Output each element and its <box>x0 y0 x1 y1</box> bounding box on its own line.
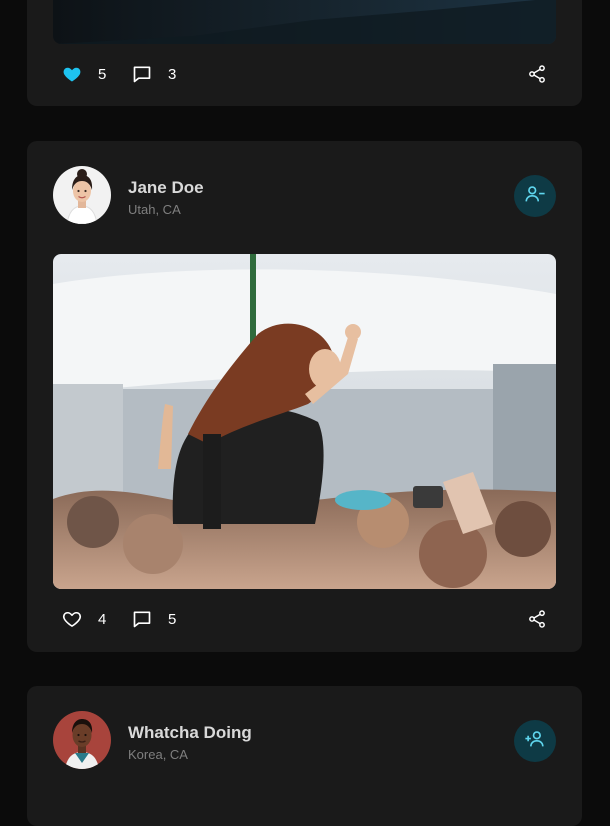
like-count: 5 <box>98 65 107 83</box>
post-header: Jane Doe Utah, CA <box>53 166 556 226</box>
like-count: 4 <box>98 610 107 628</box>
comment-count: 5 <box>168 610 177 628</box>
post-actions: 4 5 <box>27 607 582 631</box>
post-feed: 5 3 Jane Doe Utah, CA 4 5 Whatcha Doing … <box>0 0 610 826</box>
comment-count: 3 <box>168 65 177 83</box>
follow-button[interactable] <box>514 720 556 762</box>
heart-outline-icon <box>62 609 82 629</box>
author-location: Utah, CA <box>128 202 181 217</box>
comment-button[interactable]: 5 <box>132 607 176 631</box>
comment-button[interactable]: 3 <box>132 62 176 86</box>
comment-icon <box>132 64 152 84</box>
like-button[interactable]: 5 <box>62 62 106 86</box>
post-image[interactable] <box>53 0 556 44</box>
unfollow-user-icon <box>524 183 546 210</box>
heart-filled-icon <box>62 64 82 84</box>
author-name[interactable]: Jane Doe <box>128 178 204 198</box>
avatar[interactable] <box>53 711 111 769</box>
post-card: Jane Doe Utah, CA 4 5 <box>27 141 582 652</box>
share-button[interactable] <box>527 62 547 86</box>
post-actions: 5 3 <box>27 62 582 86</box>
share-button[interactable] <box>527 607 547 631</box>
comment-icon <box>132 609 152 629</box>
author-name[interactable]: Whatcha Doing <box>128 723 252 743</box>
post-image[interactable] <box>53 254 556 589</box>
unfollow-button[interactable] <box>514 175 556 217</box>
author-location: Korea, CA <box>128 747 188 762</box>
share-icon <box>527 64 547 84</box>
add-user-icon <box>524 728 546 755</box>
post-card: Whatcha Doing Korea, CA <box>27 686 582 826</box>
like-button[interactable]: 4 <box>62 607 106 631</box>
share-icon <box>527 609 547 629</box>
post-header: Whatcha Doing Korea, CA <box>53 711 556 771</box>
avatar[interactable] <box>53 166 111 224</box>
post-card: 5 3 <box>27 0 582 106</box>
